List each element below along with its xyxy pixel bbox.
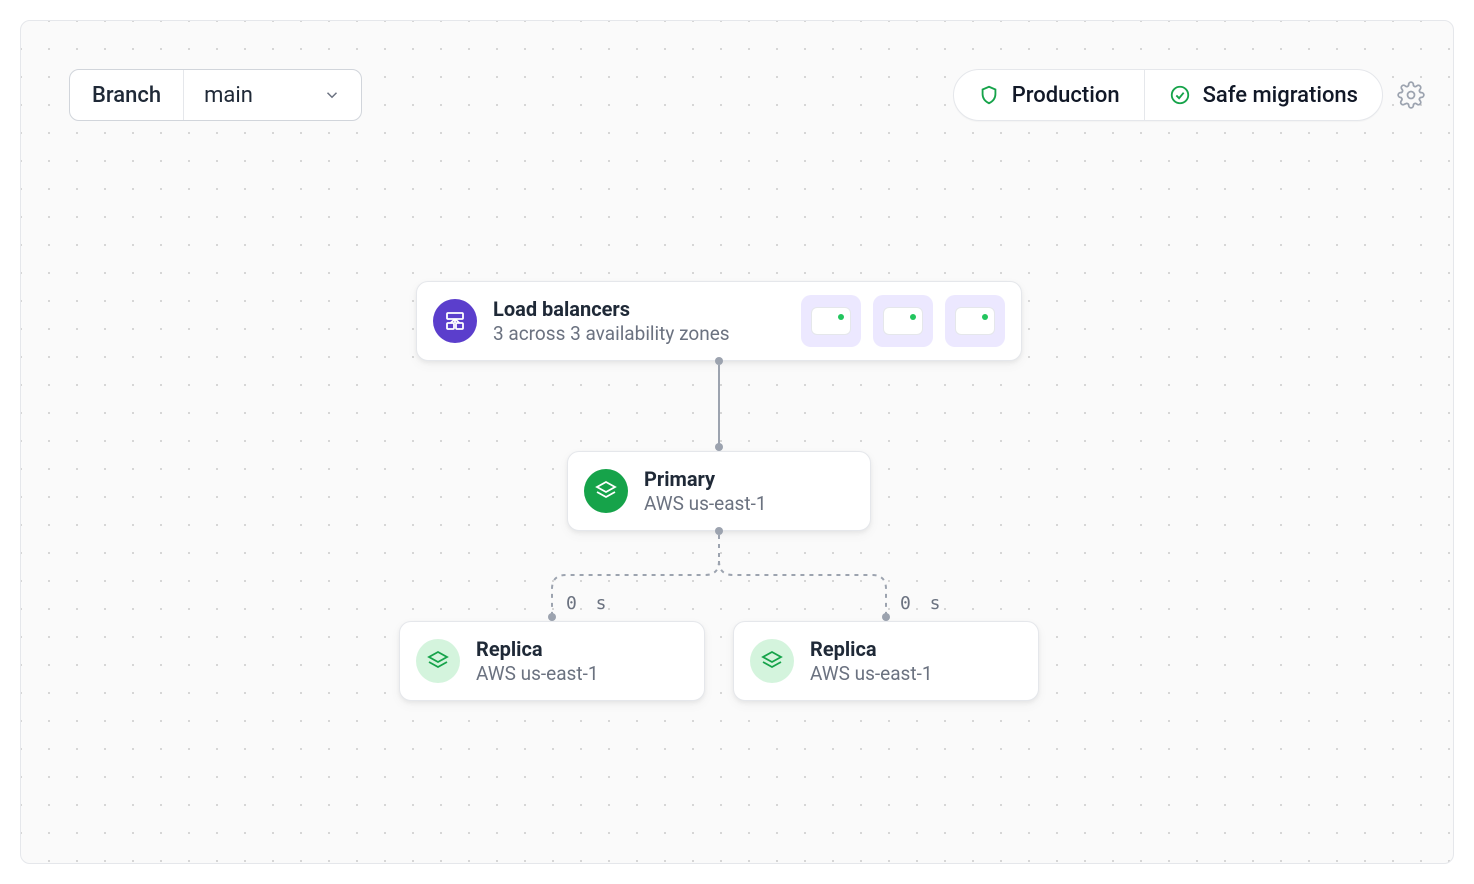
replica-title: Replica [476, 637, 599, 661]
production-pill[interactable]: Production [954, 70, 1144, 120]
safe-migrations-label: Safe migrations [1203, 83, 1358, 108]
connector-line [718, 365, 720, 447]
check-circle-icon [1169, 84, 1191, 106]
load-balancers-text: Load balancers 3 across 3 availability z… [493, 297, 730, 346]
load-balancers-card[interactable]: Load balancers 3 across 3 availability z… [416, 281, 1022, 361]
load-balancers-title: Load balancers [493, 297, 730, 321]
gear-icon[interactable] [1397, 81, 1425, 109]
connector-dot [715, 443, 723, 451]
replica-subtitle: AWS us-east-1 [476, 663, 599, 686]
replica-text: Replica AWS us-east-1 [476, 637, 599, 686]
replica-text: Replica AWS us-east-1 [810, 637, 933, 686]
connector-dot [548, 613, 556, 621]
replica-latency: 0 s [566, 593, 611, 614]
primary-text: Primary AWS us-east-1 [644, 467, 767, 516]
replica-subtitle: AWS us-east-1 [810, 663, 933, 686]
primary-subtitle: AWS us-east-1 [644, 493, 767, 516]
primary-card[interactable]: Primary AWS us-east-1 [567, 451, 871, 531]
database-icon [750, 639, 794, 683]
replica-card[interactable]: Replica AWS us-east-1 [733, 621, 1039, 701]
branch-selector: Branch main [69, 69, 362, 121]
top-right-group: Production Safe migrations [953, 69, 1425, 121]
connector-dot [882, 613, 890, 621]
branch-dropdown[interactable]: main [184, 70, 361, 120]
replica-latency: 0 s [900, 593, 945, 614]
lb-instance [801, 295, 861, 347]
status-pill-group: Production Safe migrations [953, 69, 1383, 121]
architecture-canvas[interactable]: Branch main Production Safe migrations [20, 20, 1454, 864]
database-icon [584, 469, 628, 513]
branch-label: Branch [70, 70, 184, 120]
production-label: Production [1012, 83, 1120, 108]
database-icon [416, 639, 460, 683]
shield-icon [978, 84, 1000, 106]
load-balancer-icon [433, 299, 477, 343]
load-balancers-subtitle: 3 across 3 availability zones [493, 323, 730, 346]
lb-instances [801, 295, 1005, 347]
primary-title: Primary [644, 467, 767, 491]
replica-card[interactable]: Replica AWS us-east-1 [399, 621, 705, 701]
safe-migrations-pill[interactable]: Safe migrations [1144, 70, 1382, 120]
branch-value: main [204, 83, 253, 108]
top-bar: Branch main Production Safe migrations [69, 69, 1425, 121]
chevron-down-icon [323, 86, 341, 104]
lb-instance [873, 295, 933, 347]
replica-title: Replica [810, 637, 933, 661]
lb-instance [945, 295, 1005, 347]
